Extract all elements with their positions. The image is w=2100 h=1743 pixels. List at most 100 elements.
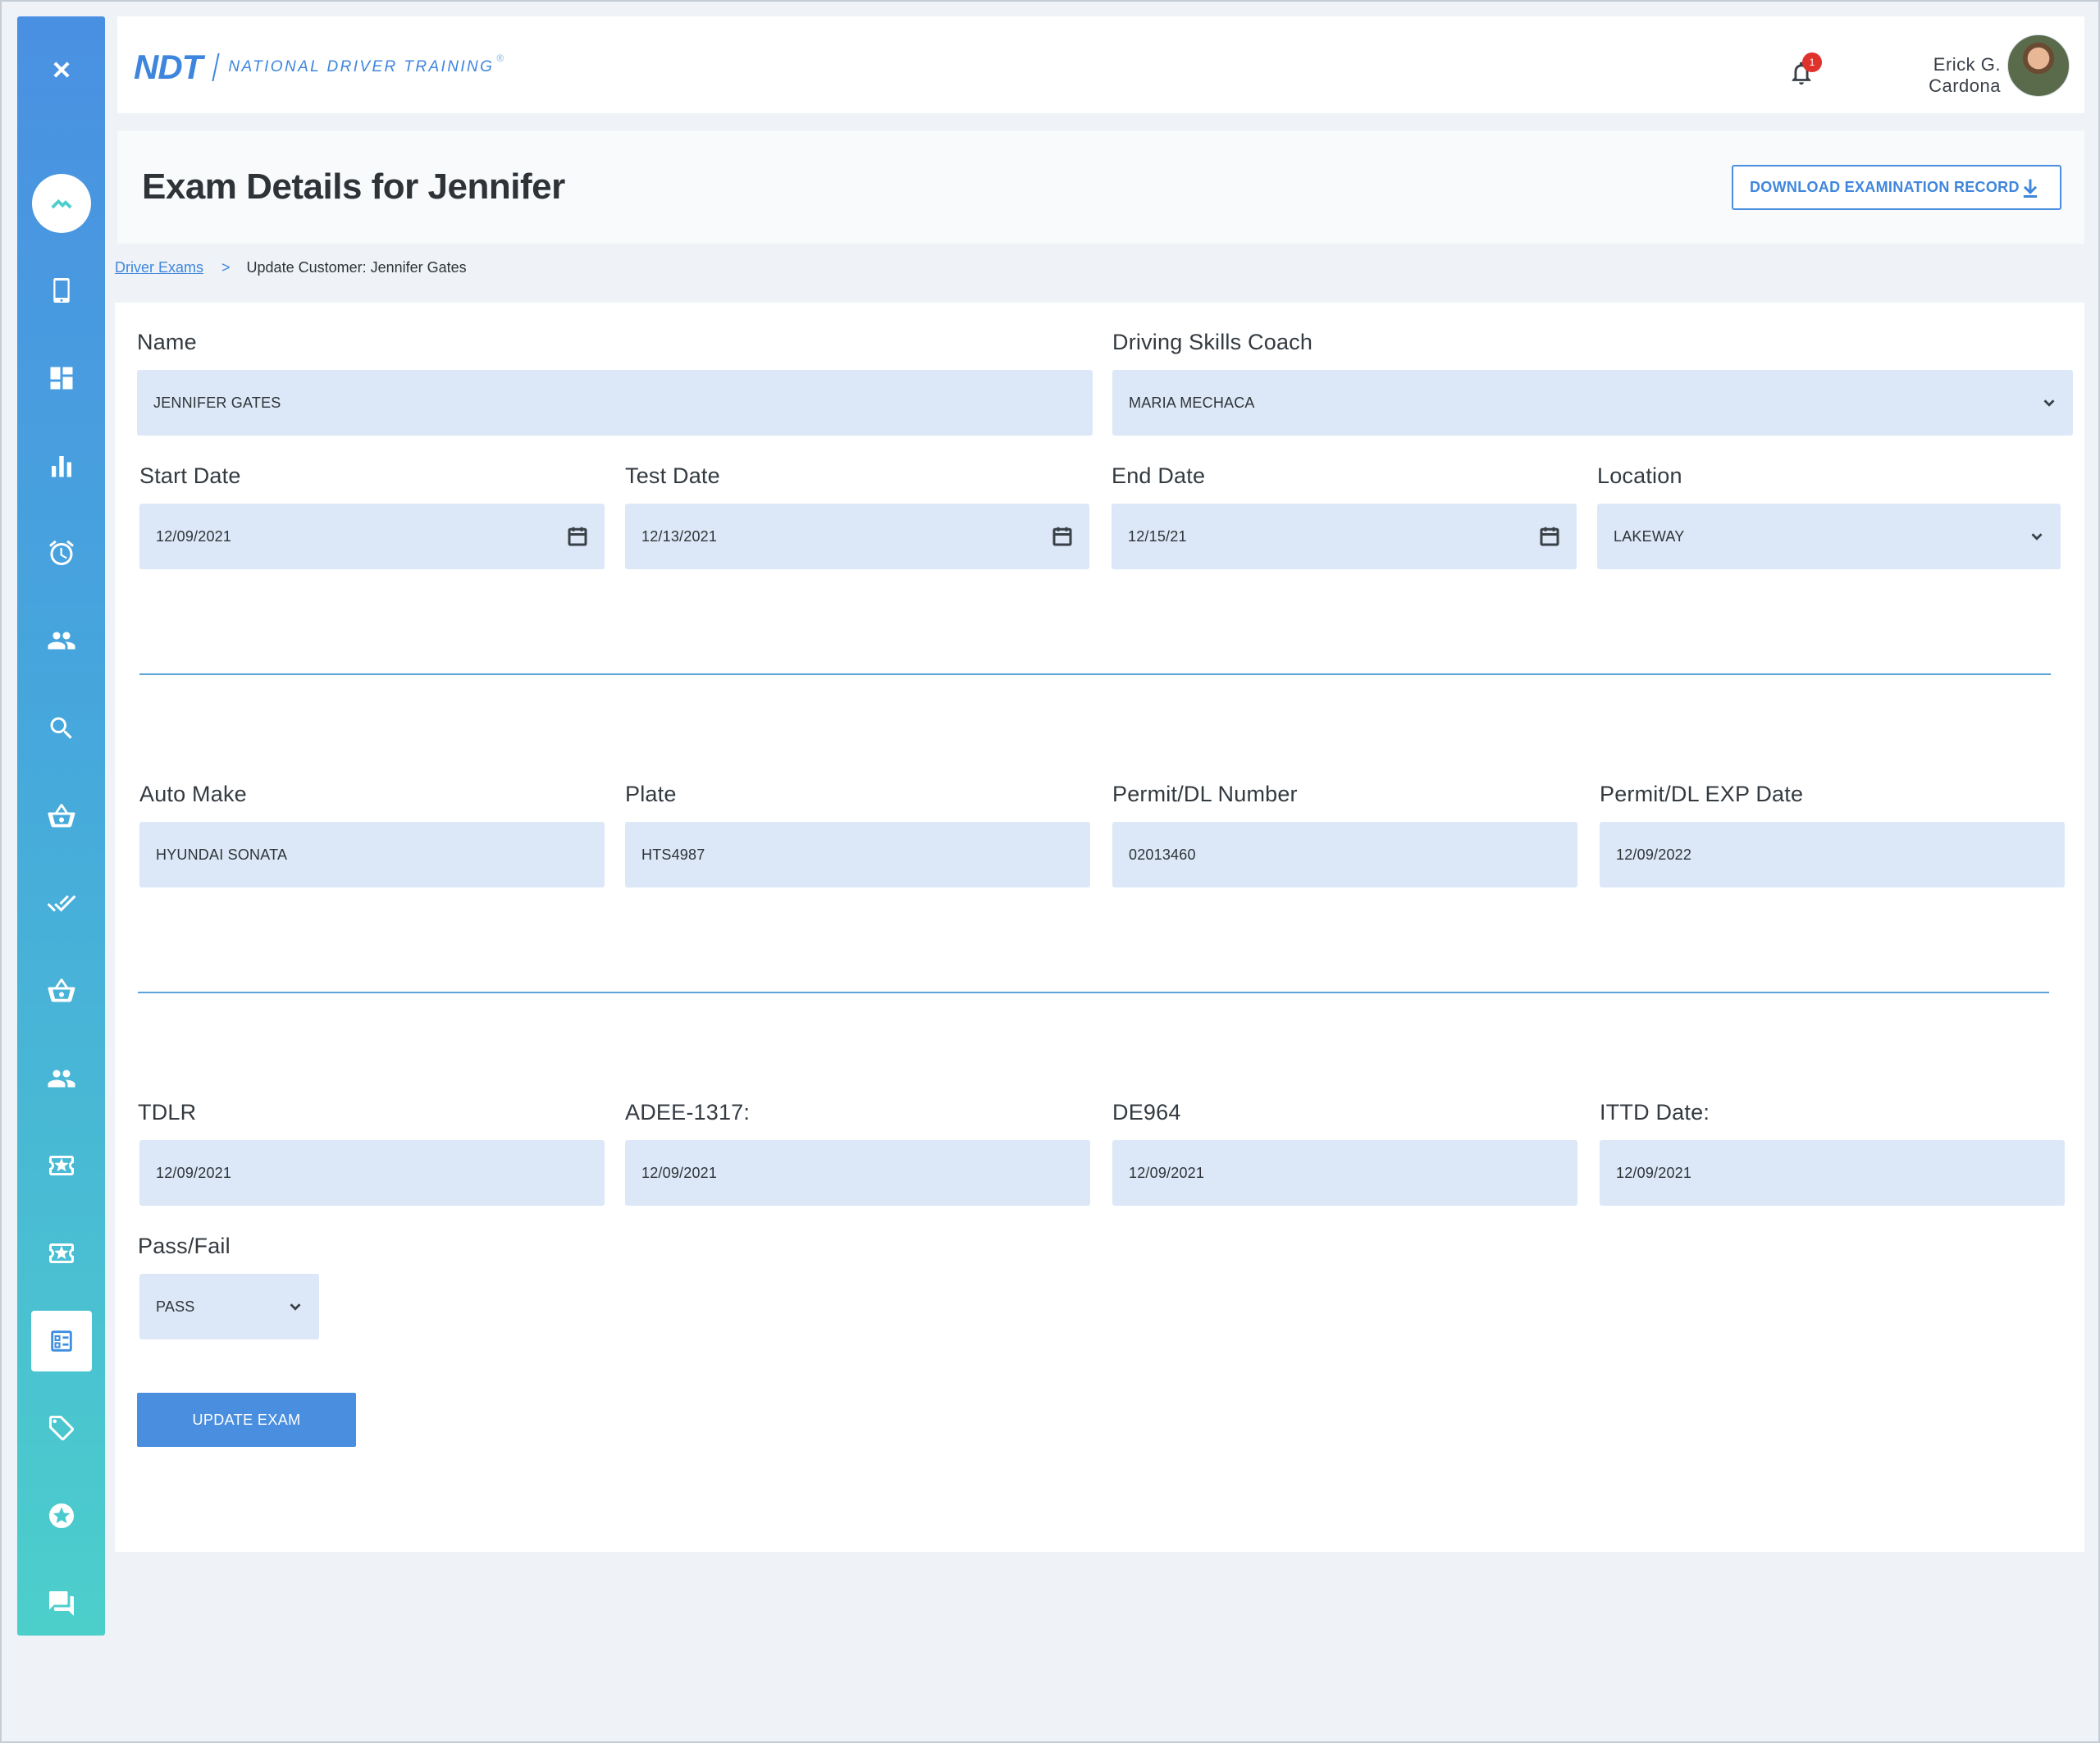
brand-divider <box>212 53 220 81</box>
sidebar-item-reminders[interactable] <box>17 522 105 583</box>
end-date-value: 12/15/21 <box>1128 527 1187 545</box>
ticket-star-icon <box>48 1156 74 1175</box>
top-bar: NDT NATIONAL DRIVER TRAINING ® 1 Erick G… <box>117 16 2084 113</box>
location-select[interactable]: LAKEWAY <box>1597 504 2061 569</box>
mobile-icon <box>52 278 70 303</box>
update-exam-button[interactable]: UPDATE EXAM <box>137 1393 356 1447</box>
test-date-field: Test Date 12/13/2021 <box>625 461 1089 569</box>
permit-number-label: Permit/DL Number <box>1112 782 1298 806</box>
home-icon <box>50 198 72 209</box>
sidebar-item-dashboard[interactable] <box>17 348 105 408</box>
end-date-input[interactable]: 12/15/21 <box>1112 504 1577 569</box>
sidebar-item-messages[interactable] <box>17 1573 105 1634</box>
star-badge-icon <box>48 1503 74 1528</box>
de964-label: DE964 <box>1112 1100 1181 1125</box>
ittd-field: ITTD Date: 12/09/2021 <box>1600 1097 2065 1206</box>
auto-make-value: HYUNDAI SONATA <box>156 846 288 863</box>
start-date-label: Start Date <box>139 463 241 488</box>
sidebar-item-reports[interactable] <box>17 436 105 496</box>
ittd-value: 12/09/2021 <box>1616 1164 1692 1181</box>
name-input[interactable]: JENNIFER GATES <box>137 370 1093 436</box>
search-icon <box>50 717 72 739</box>
download-record-button[interactable]: DOWNLOAD EXAMINATION RECORD <box>1732 165 2061 210</box>
sidebar <box>17 16 105 1636</box>
location-value: LAKEWAY <box>1614 527 1685 545</box>
sidebar-item-completed[interactable] <box>17 873 105 933</box>
coach-field: Driving Skills Coach MARIA MECHACA <box>1112 327 2073 436</box>
adee-field: ADEE-1317: 12/09/2021 <box>625 1097 1090 1206</box>
download-record-label: DOWNLOAD EXAMINATION RECORD <box>1750 179 2020 195</box>
de964-field: DE964 12/09/2021 <box>1112 1097 1577 1206</box>
calendar-icon[interactable] <box>1050 524 1075 549</box>
sidebar-item-pricing[interactable] <box>17 1398 105 1458</box>
permit-number-field: Permit/DL Number 02013460 <box>1112 779 1577 887</box>
permit-number-value: 02013460 <box>1129 846 1196 863</box>
brand-logo[interactable]: NDT NATIONAL DRIVER TRAINING ® <box>134 48 504 87</box>
start-date-input[interactable]: 12/09/2021 <box>139 504 605 569</box>
permit-number-input[interactable]: 02013460 <box>1112 822 1577 887</box>
breadcrumb-driver-exams[interactable]: Driver Exams <box>115 259 203 276</box>
test-date-input[interactable]: 12/13/2021 <box>625 504 1089 569</box>
sidebar-item-promotions[interactable] <box>17 1223 105 1284</box>
page-header: Exam Details for Jennifer DOWNLOAD EXAMI… <box>117 130 2084 244</box>
coach-value: MARIA MECHACA <box>1129 394 1255 411</box>
sidebar-item-shop[interactable] <box>17 786 105 846</box>
adee-label: ADEE-1317: <box>625 1100 751 1125</box>
calendar-icon[interactable] <box>1537 524 1562 549</box>
chevron-down-icon <box>2043 399 2055 407</box>
chevron-down-icon <box>2031 533 2043 541</box>
adee-input[interactable]: 12/09/2021 <box>625 1140 1090 1206</box>
adee-value: 12/09/2021 <box>641 1164 718 1181</box>
notifications-button[interactable]: 1 <box>1787 52 1822 89</box>
pass-fail-field: Pass/Fail PASS <box>138 1231 319 1339</box>
chat-icon <box>48 1591 74 1616</box>
download-icon <box>2023 179 2038 198</box>
close-sidebar-button[interactable] <box>17 39 105 100</box>
ittd-input[interactable]: 12/09/2021 <box>1600 1140 2065 1206</box>
brand-name: NATIONAL DRIVER TRAINING <box>228 58 495 75</box>
de964-input[interactable]: 12/09/2021 <box>1112 1140 1577 1206</box>
people-icon <box>48 632 75 650</box>
sidebar-item-vouchers[interactable] <box>17 1135 105 1196</box>
auto-make-input[interactable]: HYUNDAI SONATA <box>139 822 605 887</box>
tdlr-field: TDLR 12/09/2021 <box>138 1097 605 1206</box>
coach-select[interactable]: MARIA MECHACA <box>1112 370 2073 436</box>
people-icon <box>48 1070 75 1088</box>
sidebar-item-orders[interactable] <box>17 960 105 1021</box>
pass-fail-select[interactable]: PASS <box>139 1274 319 1339</box>
permit-exp-input[interactable]: 12/09/2022 <box>1600 822 2065 887</box>
plate-input[interactable]: HTS4987 <box>625 822 1090 887</box>
notification-badge: 1 <box>1802 52 1822 72</box>
sidebar-item-driver-exams[interactable] <box>17 1311 105 1371</box>
chevron-down-icon <box>290 1303 301 1311</box>
sidebar-item-reviews[interactable] <box>17 1485 105 1546</box>
avatar[interactable] <box>2007 34 2070 97</box>
tag-icon <box>48 1416 74 1440</box>
sidebar-item-students[interactable] <box>17 610 105 671</box>
tdlr-input[interactable]: 12/09/2021 <box>139 1140 605 1206</box>
sidebar-item-home[interactable] <box>17 173 105 234</box>
sidebar-item-coaches[interactable] <box>17 1048 105 1109</box>
sidebar-item-mobile[interactable] <box>17 260 105 321</box>
calendar-icon[interactable] <box>565 524 590 549</box>
tdlr-value: 12/09/2021 <box>156 1164 232 1181</box>
basket-icon <box>48 804 75 828</box>
pass-fail-value: PASS <box>156 1298 195 1315</box>
permit-exp-label: Permit/DL EXP Date <box>1600 782 1804 806</box>
dashboard-icon <box>50 367 72 390</box>
breadcrumb-separator: > <box>221 259 231 276</box>
section-divider <box>139 673 2051 675</box>
sidebar-item-search[interactable] <box>17 698 105 759</box>
auto-make-label: Auto Make <box>139 782 247 806</box>
tdlr-label: TDLR <box>138 1100 197 1125</box>
basket-icon <box>48 979 75 1002</box>
page-title: Exam Details for Jennifer <box>142 167 565 207</box>
alarm-icon <box>48 540 74 565</box>
breadcrumb-current: Update Customer: Jennifer Gates <box>246 259 467 276</box>
start-date-field: Start Date 12/09/2021 <box>139 461 605 569</box>
start-date-value: 12/09/2021 <box>156 527 232 545</box>
breadcrumb: Driver Exams > Update Customer: Jennifer… <box>115 259 467 276</box>
user-name[interactable]: Erick G. Cardona <box>1929 54 2001 97</box>
form-list-icon <box>50 1330 72 1352</box>
ticket-star-icon <box>48 1243 74 1263</box>
